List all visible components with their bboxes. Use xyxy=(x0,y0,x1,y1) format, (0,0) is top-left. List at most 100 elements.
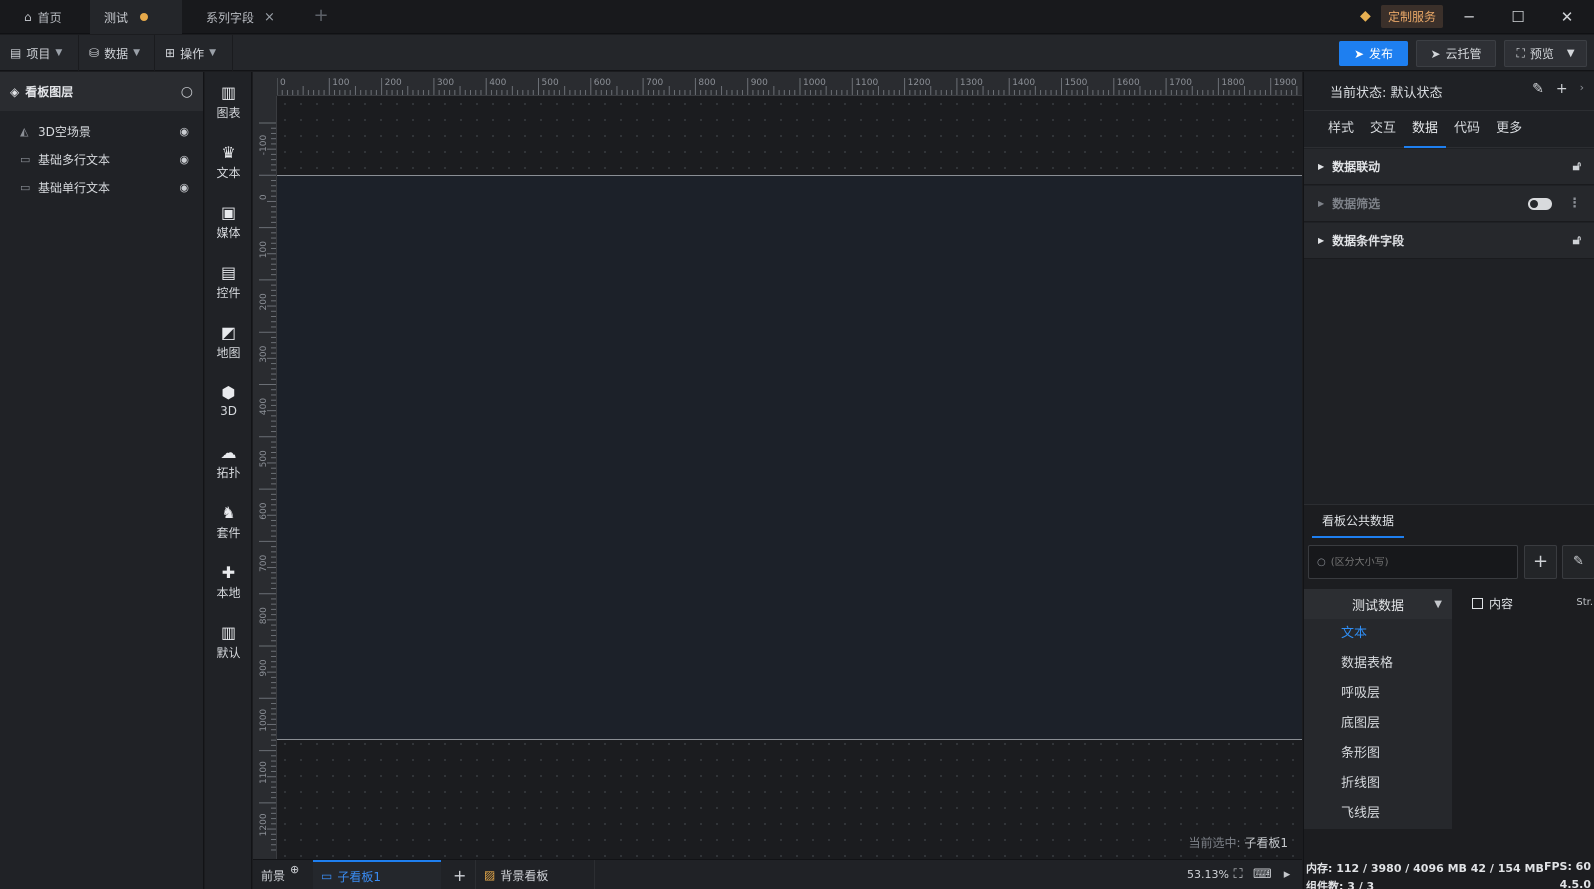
menu-label: 数据 xyxy=(104,46,129,61)
database-icon: ⛁ xyxy=(89,46,100,60)
close-tab-icon[interactable]: × xyxy=(264,10,275,25)
foreground-tab[interactable]: 前景 ⊕ xyxy=(253,860,313,889)
ruler-label: 1500 xyxy=(1065,78,1088,88)
section-condition-field[interactable]: ▶ 数据条件字段 🔓︎ xyxy=(1304,223,1594,259)
menu-data[interactable]: ⛁ 数据 ▼ xyxy=(79,35,155,71)
search-icon: ○ xyxy=(1317,556,1326,568)
palette-local[interactable]: ✚ 本地 xyxy=(205,562,252,612)
palette-kit[interactable]: ♞ 套件 xyxy=(205,502,252,552)
layer-item-3d-scene[interactable]: ◭ 3D空场景 ◉ xyxy=(0,117,203,145)
sub-board-tab[interactable]: ▭ 子看板1 xyxy=(313,860,441,889)
dataset-item[interactable]: 呼吸层 xyxy=(1304,679,1452,709)
ruler-corner xyxy=(253,72,277,96)
checkbox[interactable] xyxy=(1472,598,1483,609)
edit-icon[interactable]: ✎ xyxy=(1532,81,1544,97)
publish-button[interactable]: ➤ 发布 xyxy=(1339,41,1408,66)
eye-icon[interactable]: ◉ xyxy=(179,125,189,138)
search-input[interactable] xyxy=(1330,556,1501,568)
fit-screen-icon[interactable]: ⛶ xyxy=(1229,866,1247,884)
palette-widget[interactable]: ▤ 控件 xyxy=(205,262,252,312)
maximize-icon[interactable]: ☐ xyxy=(1503,4,1533,30)
ruler-label: 200 xyxy=(259,293,269,310)
menu-project[interactable]: ▤ 项目 ▼ xyxy=(0,35,79,71)
eye-icon[interactable]: ◉ xyxy=(179,181,189,194)
lock-icon[interactable]: 🔓︎ xyxy=(1573,159,1581,174)
ruler-label: 600 xyxy=(594,78,611,88)
tab-interaction[interactable]: 交互 xyxy=(1362,110,1404,148)
caret-right-icon: ▶ xyxy=(1318,236,1325,245)
ruler-label: 800 xyxy=(698,78,715,88)
plus-icon[interactable]: + xyxy=(1556,81,1568,97)
terminal-icon[interactable]: ▸ xyxy=(1278,866,1296,884)
ruler-label: 1700 xyxy=(1169,78,1192,88)
zoom-level[interactable]: 53.13% xyxy=(1187,868,1229,881)
chevron-right-icon[interactable]: › xyxy=(1580,81,1584,97)
search-icon[interactable]: ○ xyxy=(181,84,193,100)
section-data-filter[interactable]: ▶ 数据筛选 ⋮ xyxy=(1304,186,1594,222)
kit-icon: ♞ xyxy=(221,503,236,522)
dataset-item[interactable]: 飞线层 xyxy=(1304,799,1452,829)
tab-data[interactable]: 数据 xyxy=(1404,110,1447,148)
canvas-stage[interactable]: 当前选中: 子看板1 xyxy=(277,96,1302,859)
layer-item-multiline-text[interactable]: ▭ 基础多行文本 ◉ xyxy=(0,145,203,173)
close-window-icon[interactable]: ✕ xyxy=(1552,4,1582,30)
ruler-label: 200 xyxy=(385,78,402,88)
add-data-button[interactable]: + xyxy=(1524,545,1557,579)
tab-series-field[interactable]: 系列字段 × xyxy=(192,0,296,34)
tab-test[interactable]: 测试 xyxy=(90,0,182,34)
custom-service-button[interactable]: 定制服务 xyxy=(1381,5,1444,28)
media-icon: ▣ xyxy=(220,203,237,222)
add-circle-icon[interactable]: ⊕ xyxy=(290,863,299,876)
palette-text[interactable]: ♛ 文本 xyxy=(205,142,252,192)
section-data-linkage[interactable]: ▶ 数据联动 🔓︎ xyxy=(1304,149,1594,185)
dataset-item[interactable]: 数据表格 xyxy=(1304,649,1452,679)
ruler-label: 1300 xyxy=(960,78,983,88)
keyboard-icon[interactable]: ⌨ xyxy=(1253,866,1272,884)
dataset-item[interactable]: 文本 xyxy=(1304,619,1452,649)
add-tab-icon[interactable]: + xyxy=(310,6,332,28)
more-vertical-icon[interactable]: ⋮ xyxy=(1568,196,1581,211)
eye-icon[interactable]: ◉ xyxy=(179,153,189,166)
background-board-tab[interactable]: ▨ 背景看板 xyxy=(475,860,595,889)
filter-toggle[interactable] xyxy=(1528,197,1552,210)
palette-chart[interactable]: ▥ 图表 xyxy=(205,82,252,132)
palette-3d[interactable]: ⬢ 3D xyxy=(205,382,252,432)
preview-button[interactable]: ⛶ 预览 ▼ xyxy=(1504,40,1587,67)
state-label: 当前状态: 默认状态 xyxy=(1330,85,1443,101)
add-board-icon[interactable]: + xyxy=(445,860,469,889)
tab-code[interactable]: 代码 xyxy=(1446,110,1488,148)
dataset-select[interactable]: 测试数据 ▼ xyxy=(1304,589,1452,619)
horizontal-ruler[interactable]: 0 100 200 300 400 500 600 700 800 900 1000 1100 1200… xyxy=(277,72,1302,96)
canvas-area[interactable]: 0 100 200 300 400 500 600 700 800 900 1000 1100 1200… xyxy=(253,72,1302,859)
menu-operation[interactable]: ⊞ 操作 ▼ xyxy=(155,35,233,71)
palette-default[interactable]: ▥ 默认 xyxy=(205,622,252,672)
fullscreen-icon: ⛶ xyxy=(1516,46,1525,60)
ruler-label: 600 xyxy=(259,502,269,519)
ruler-label: 500 xyxy=(542,78,559,88)
tab-home[interactable]: ⌂ 首页 xyxy=(10,0,90,34)
cloud-hosting-button[interactable]: ➤ 云托管 xyxy=(1416,40,1496,67)
palette-media[interactable]: ▣ 媒体 xyxy=(205,202,252,252)
dataset-item[interactable]: 折线图 xyxy=(1304,769,1452,799)
dataset-item[interactable]: 底图层 xyxy=(1304,709,1452,739)
lock-icon[interactable]: 🔓︎ xyxy=(1573,233,1581,248)
field-content[interactable]: 内容 xyxy=(1472,595,1513,612)
public-data-tab[interactable]: 看板公共数据 xyxy=(1312,505,1405,538)
tab-style[interactable]: 样式 xyxy=(1320,110,1362,148)
tab-more[interactable]: 更多 xyxy=(1488,110,1530,148)
vertical-ruler[interactable]: -100 0 100 200 300 400 500 600 700 800 900 1000 1100… xyxy=(253,96,277,859)
public-data-search[interactable]: ○ xyxy=(1308,545,1518,579)
palette-topology[interactable]: ☁ 拓扑 xyxy=(205,442,252,492)
monitor-icon: ▭ xyxy=(321,869,333,883)
palette-label: 3D xyxy=(220,404,237,418)
edit-data-button[interactable]: ✎ xyxy=(1562,545,1594,579)
palette-label: 控件 xyxy=(216,286,241,300)
chevron-down-icon[interactable]: ▼ xyxy=(1567,48,1575,59)
ruler-label: 900 xyxy=(751,78,768,88)
layer-item-singleline-text[interactable]: ▭ 基础单行文本 ◉ xyxy=(0,173,203,201)
artboard[interactable] xyxy=(277,175,1302,740)
minimize-icon[interactable]: ─ xyxy=(1454,4,1484,30)
palette-map[interactable]: ◩ 地图 xyxy=(205,322,252,372)
ruler-label: 400 xyxy=(489,78,506,88)
dataset-item[interactable]: 条形图 xyxy=(1304,739,1452,769)
